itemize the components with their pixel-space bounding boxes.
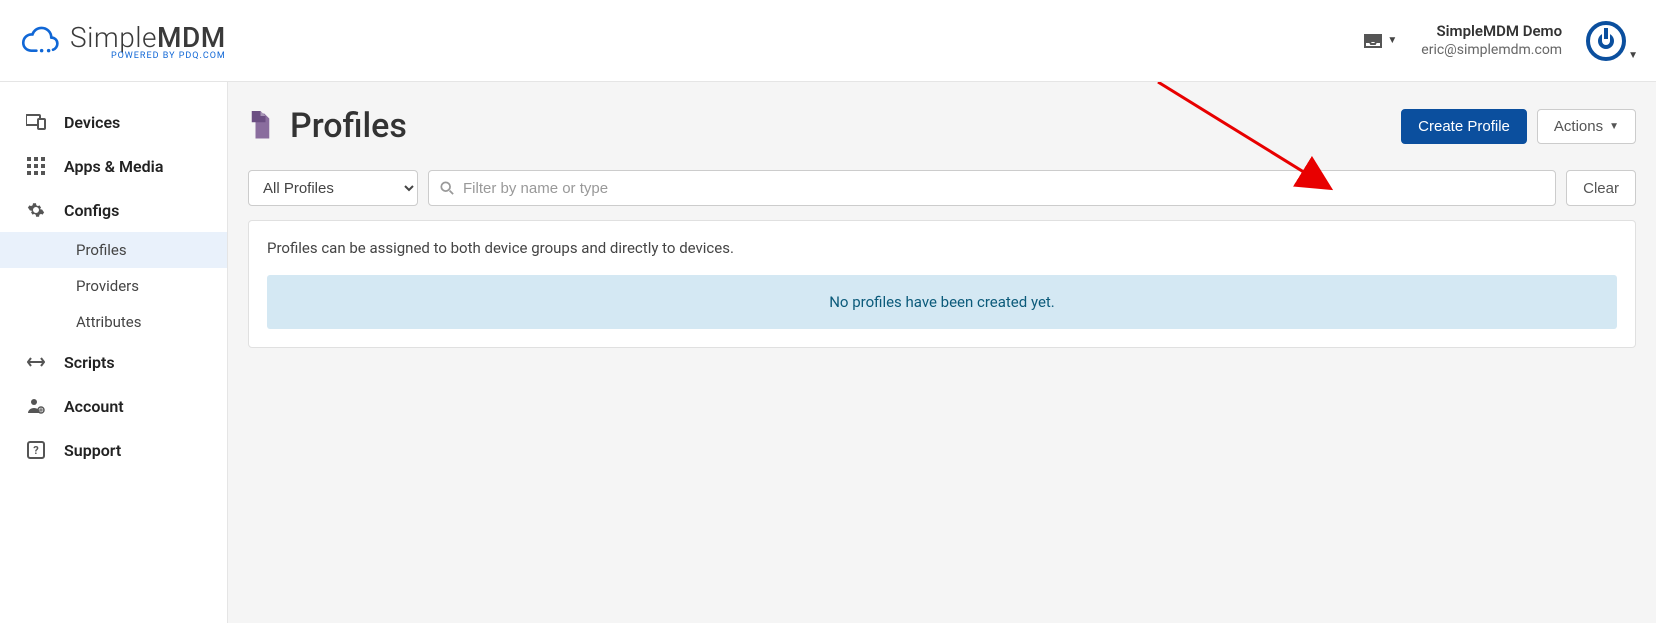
filter-input[interactable] <box>428 170 1556 206</box>
sidebar-item-configs[interactable]: Configs <box>0 188 227 232</box>
brand-subtitle: POWERED BY PDQ.COM <box>70 51 226 61</box>
sidebar-item-label: Apps & Media <box>64 157 163 176</box>
empty-state-message: No profiles have been created yet. <box>267 275 1617 329</box>
brand-logo[interactable]: SimpleMDM POWERED BY PDQ.COM <box>18 21 226 61</box>
app-header: SimpleMDM POWERED BY PDQ.COM ▼ SimpleMDM… <box>0 0 1656 82</box>
cloud-icon <box>18 25 60 57</box>
support-icon: ? <box>26 440 46 460</box>
chevron-down-icon: ▼ <box>1609 121 1619 132</box>
chevron-down-icon: ▼ <box>1628 50 1638 61</box>
account-icon <box>26 396 46 416</box>
sidebar-item-account[interactable]: Account <box>0 384 227 428</box>
profiles-panel: Profiles can be assigned to both device … <box>248 220 1636 348</box>
sidebar-subitem-providers[interactable]: Providers <box>0 268 227 304</box>
sidebar-item-scripts[interactable]: Scripts <box>0 340 227 384</box>
sidebar-item-label: Scripts <box>64 353 115 372</box>
inbox-button[interactable]: ▼ <box>1363 33 1397 49</box>
sidebar-item-apps-media[interactable]: Apps & Media <box>0 144 227 188</box>
sidebar-subitem-attributes[interactable]: Attributes <box>0 304 227 340</box>
sidebar-item-label: Attributes <box>76 313 142 331</box>
create-profile-button[interactable]: Create Profile <box>1401 109 1527 144</box>
user-email-label: eric@simplemdm.com <box>1421 41 1562 59</box>
power-menu-button[interactable] <box>1586 21 1626 61</box>
sidebar-item-label: Account <box>64 397 124 416</box>
apps-icon <box>26 156 46 176</box>
actions-label: Actions <box>1554 118 1603 135</box>
devices-icon <box>26 112 46 132</box>
inbox-icon <box>1363 33 1383 49</box>
chevron-down-icon: ▼ <box>1387 35 1397 46</box>
sidebar-subitem-profiles[interactable]: Profiles <box>0 232 227 268</box>
profiles-icon <box>248 111 278 141</box>
power-icon <box>1598 33 1614 49</box>
brand-title: SimpleMDM <box>70 21 226 54</box>
main-content: Profiles Create Profile Actions ▼ All Pr… <box>228 82 1656 623</box>
sidebar-item-label: Profiles <box>76 241 127 259</box>
sidebar-item-devices[interactable]: Devices <box>0 100 227 144</box>
sidebar-item-label: Support <box>64 441 121 460</box>
page-title: Profiles <box>290 106 407 146</box>
clear-button[interactable]: Clear <box>1566 170 1636 206</box>
gear-icon <box>26 200 46 220</box>
sidebar-item-support[interactable]: ? Support <box>0 428 227 472</box>
profile-filter-select[interactable]: All Profiles <box>248 170 418 206</box>
actions-dropdown-button[interactable]: Actions ▼ <box>1537 109 1636 144</box>
sidebar-item-label: Devices <box>64 113 120 132</box>
sidebar-item-label: Providers <box>76 277 139 295</box>
search-icon <box>440 181 454 195</box>
sidebar-item-label: Configs <box>64 201 119 220</box>
user-name-label: SimpleMDM Demo <box>1421 22 1562 42</box>
user-info: SimpleMDM Demo eric@simplemdm.com <box>1421 22 1562 60</box>
sidebar: Devices Apps & Media Configs Profiles Pr… <box>0 82 228 623</box>
scripts-icon <box>26 352 46 372</box>
panel-note: Profiles can be assigned to both device … <box>267 239 1617 257</box>
svg-text:?: ? <box>33 444 39 457</box>
